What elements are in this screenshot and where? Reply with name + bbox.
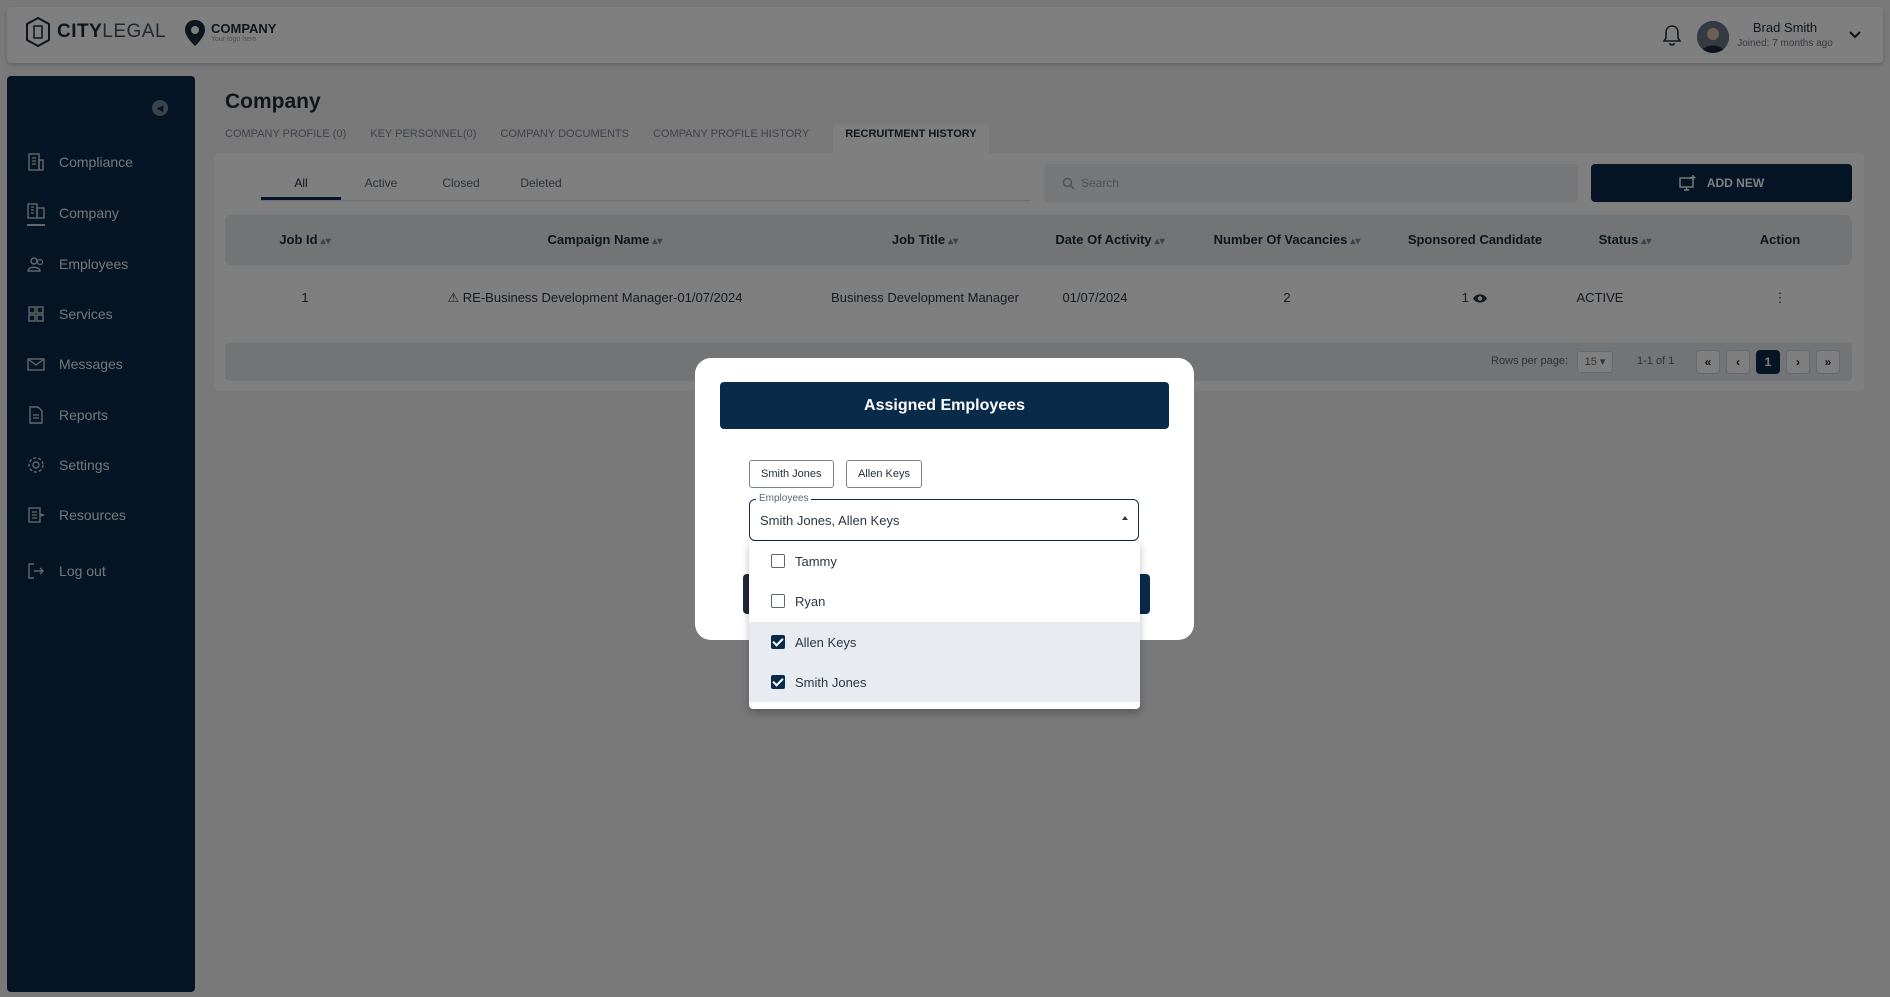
checkbox-checked-icon[interactable] <box>771 675 785 689</box>
option-ryan[interactable]: Ryan <box>749 581 1140 621</box>
employees-dropdown: Tammy Ryan Allen Keys Smith Jones <box>749 541 1140 709</box>
employee-chip[interactable]: Smith Jones <box>749 460 834 488</box>
checkbox-checked-icon[interactable] <box>771 635 785 649</box>
employees-select[interactable]: Employees Smith Jones, Allen Keys <box>749 493 1139 541</box>
checkbox-unchecked-icon[interactable] <box>771 554 785 568</box>
option-allen-keys[interactable]: Allen Keys <box>749 622 1140 662</box>
option-label: Ryan <box>795 593 826 609</box>
option-label: Allen Keys <box>795 634 857 650</box>
option-smith-jones[interactable]: Smith Jones <box>749 662 1140 702</box>
employees-field-value: Smith Jones, Allen Keys <box>760 513 900 528</box>
checkbox-unchecked-icon[interactable] <box>771 594 785 608</box>
employee-chip[interactable]: Allen Keys <box>846 460 922 488</box>
option-label: Tammy <box>795 553 837 569</box>
option-tammy[interactable]: Tammy <box>749 541 1140 581</box>
option-label: Smith Jones <box>795 674 867 690</box>
modal-title: Assigned Employees <box>720 382 1169 429</box>
employees-field-label: Employees <box>756 493 812 504</box>
caret-up-icon <box>1122 516 1128 520</box>
